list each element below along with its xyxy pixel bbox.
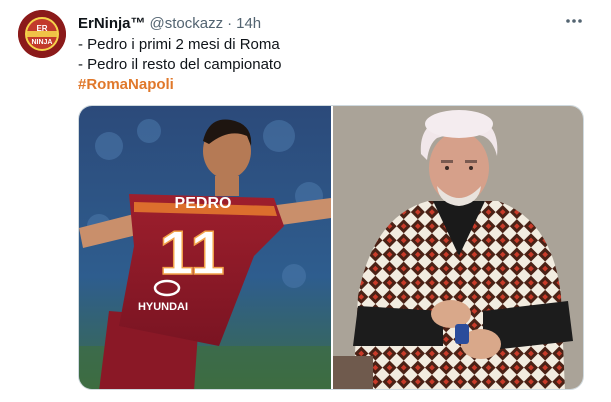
media-image-footballer[interactable]: PEDRO 11 HYUNDAI [79, 106, 331, 390]
media-image-man[interactable] [333, 106, 584, 390]
jersey-name: PEDRO [175, 195, 232, 212]
tweet-text: - Pedro i primi 2 mesi di Roma - Pedro i… [78, 35, 281, 95]
jersey-sponsor: HYUNDAI [138, 301, 188, 313]
jersey-number: 11 [159, 219, 225, 288]
timestamp[interactable]: 14h [236, 15, 261, 32]
tweet-line: - Pedro il resto del campionato [78, 56, 282, 73]
avatar-logo: ER NINJA [18, 10, 66, 58]
author-name[interactable]: ErNinja™ [78, 15, 146, 32]
tweet-media[interactable]: PEDRO 11 HYUNDAI [78, 105, 584, 390]
tweet-line: - Pedro i primi 2 mesi di Roma [78, 36, 280, 53]
tweet[interactable]: ER NINJA ErNinja™ @stockazz · 14h - Pedr… [0, 0, 611, 402]
more-options-button[interactable] [562, 11, 586, 31]
svg-text:ER: ER [36, 24, 47, 33]
author-handle[interactable]: @stockazz [150, 15, 224, 32]
separator-dot: · [227, 14, 233, 32]
hashtag-link[interactable]: #RomaNapoli [78, 75, 281, 95]
svg-text:NINJA: NINJA [31, 39, 52, 46]
tweet-header: ErNinja™ @stockazz · 14h [78, 13, 261, 33]
avatar[interactable]: ER NINJA [18, 10, 66, 58]
more-horizontal-icon [566, 19, 582, 23]
